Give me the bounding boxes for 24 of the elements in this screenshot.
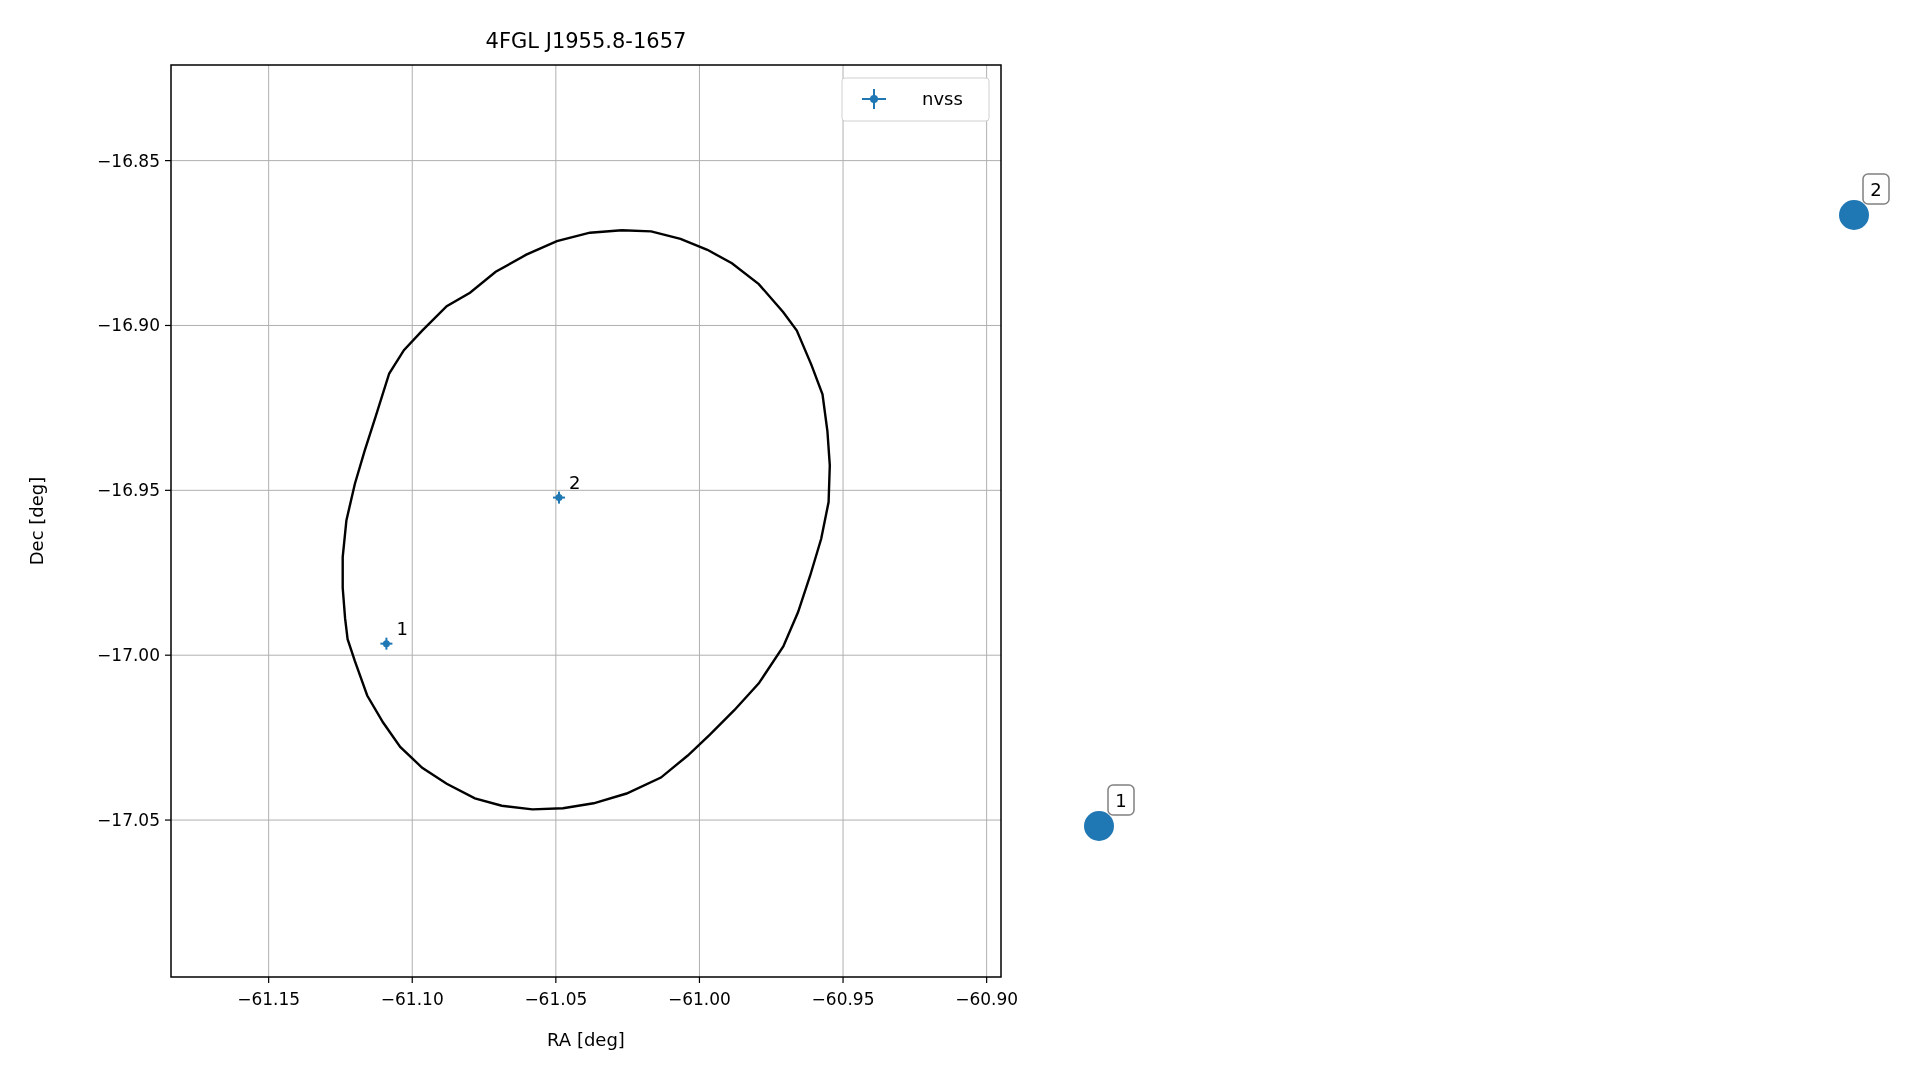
label-box (1107, 784, 1135, 816)
point-label: 2 (569, 471, 581, 493)
x-tick-label: −60.95 (811, 989, 875, 1009)
label-box (1862, 173, 1890, 205)
x-tick-label: −61.10 (380, 989, 444, 1009)
legend-marker-icon (861, 88, 887, 110)
chart-title: 4FGL J1955.8-1657 (485, 29, 687, 53)
x-tick-label: −60.90 (955, 989, 1019, 1009)
marker-label: 1 (1115, 790, 1127, 811)
y-tick-label: −17.00 (97, 645, 160, 666)
x-tick-label: −61.00 (668, 989, 731, 1009)
x-tick-label: −61.15 (237, 989, 301, 1009)
y-tick-label: −17.05 (97, 810, 160, 831)
data-point (552, 490, 566, 505)
marker-label: 2 (1870, 179, 1882, 200)
x-tick-label: −61.05 (524, 989, 588, 1009)
y-tick-label: −16.85 (97, 150, 160, 171)
y-tick-label: −16.90 (97, 315, 160, 336)
y-axis-label: Dec [deg] (26, 476, 47, 566)
y-tick-label: −16.95 (97, 480, 160, 501)
data-point (379, 636, 394, 651)
point-label: 1 (396, 617, 408, 639)
legend-label: nvss (922, 88, 963, 109)
x-axis-label: RA [deg] (547, 1029, 625, 1050)
